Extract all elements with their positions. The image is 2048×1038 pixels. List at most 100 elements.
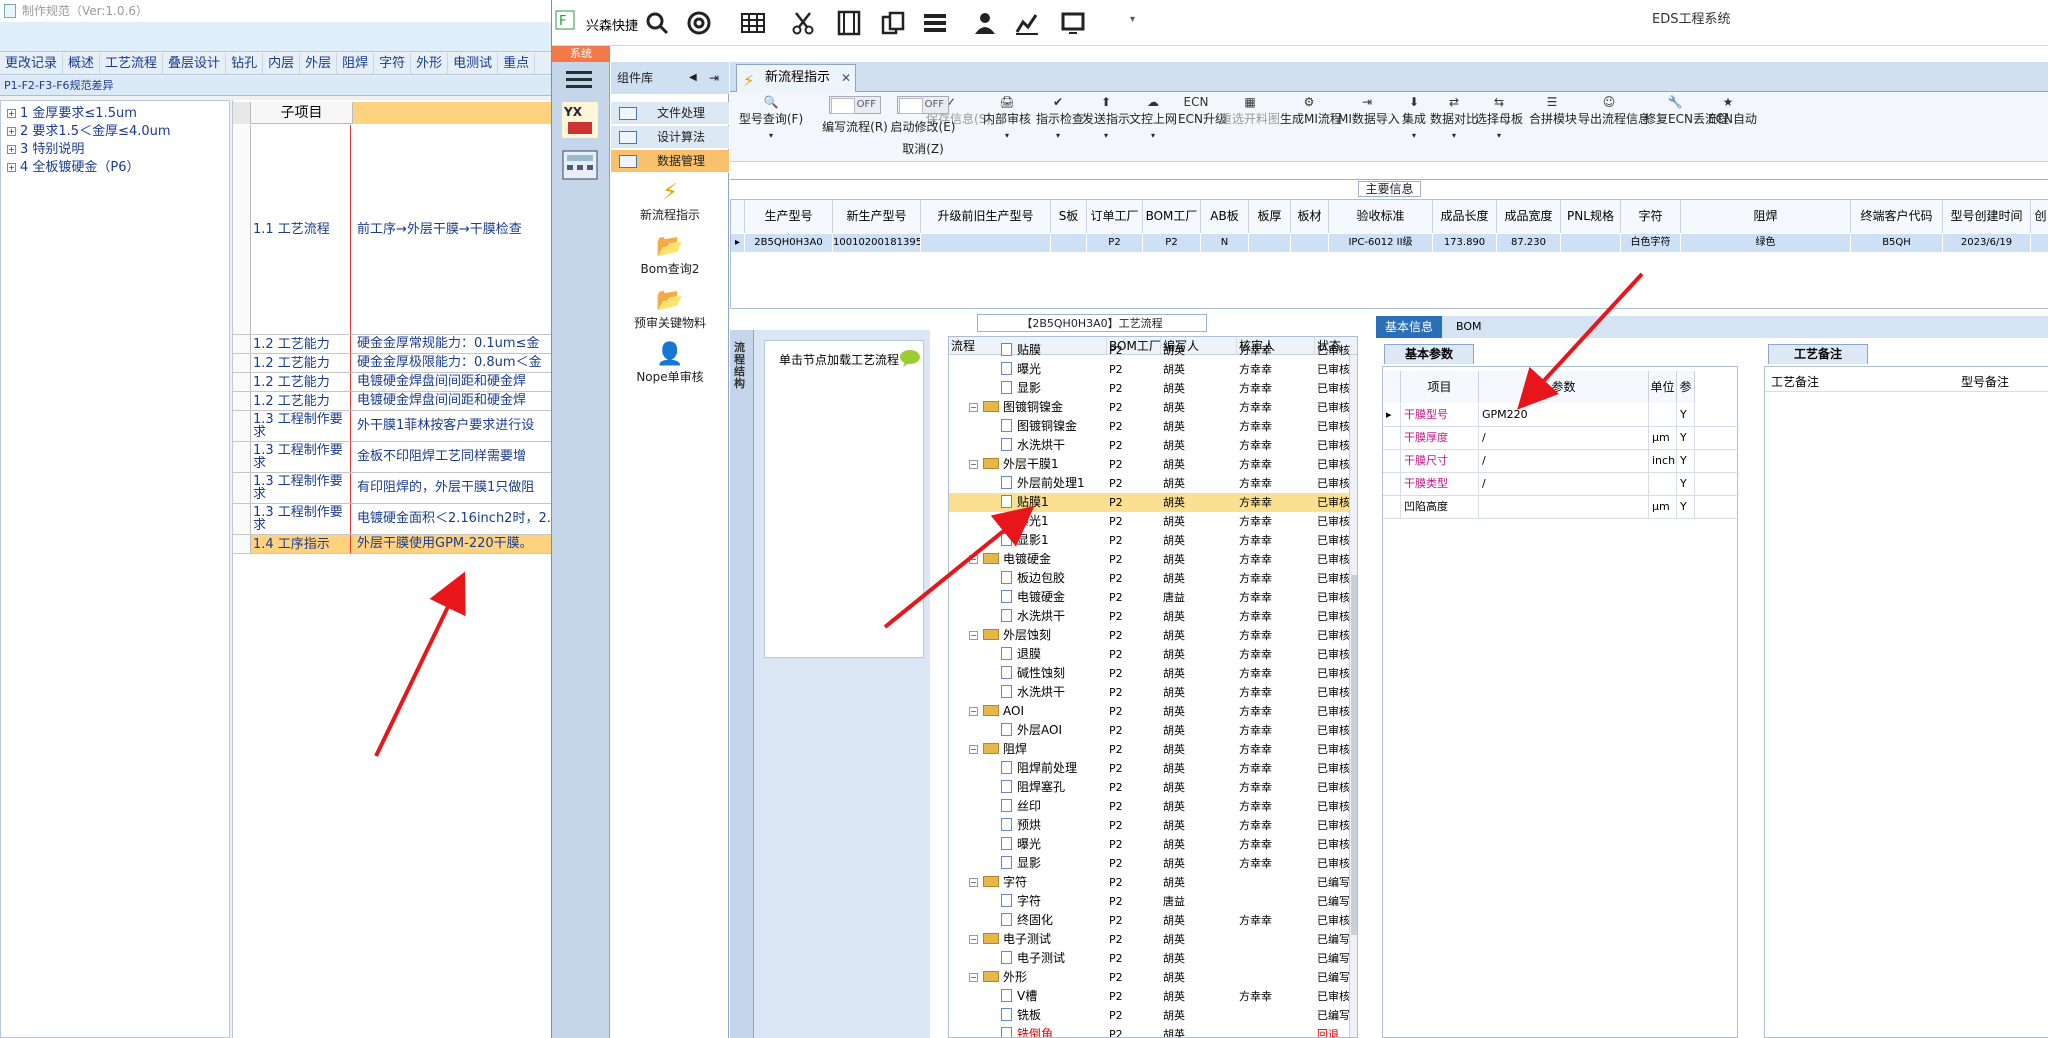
main-col-header[interactable]: BOM工厂 — [1143, 200, 1201, 233]
process-remark-grid[interactable]: 工艺备注 型号备注 — [1764, 366, 2048, 1038]
flow-node[interactable]: 终固化 P2 胡英 方幸幸 已审核 — [949, 911, 1357, 930]
flow-node[interactable]: 曝光1 P2 胡英 方幸幸 已审核 — [949, 512, 1357, 531]
ribbon-button[interactable]: ☰ 合拼模块 — [1529, 96, 1577, 127]
film-icon[interactable] — [836, 10, 862, 36]
flow-node[interactable]: − 字符 P2 胡英 已编写 — [949, 873, 1357, 892]
chart-icon[interactable] — [1014, 10, 1040, 36]
collapse-icon[interactable]: − — [969, 878, 978, 887]
tab-basic-params[interactable]: 基本参数 — [1384, 344, 1474, 364]
expand-icon[interactable]: + — [7, 163, 16, 172]
main-col-header[interactable]: 新生产型号 — [833, 200, 921, 233]
chevron-down-icon[interactable]: ▾ — [1129, 131, 1177, 140]
flow-node[interactable]: − AOI P2 胡英 方幸幸 已审核 — [949, 702, 1357, 721]
row-selector[interactable] — [233, 335, 251, 353]
tab-new-process[interactable]: ⚡ 新流程指示 ✕ — [736, 64, 856, 92]
spec-tab[interactable]: 外形 — [411, 53, 449, 74]
close-tab-icon[interactable]: ✕ — [841, 65, 851, 91]
flow-note-box[interactable]: 单击节点加载工艺流程 — [764, 340, 924, 658]
main-col-header[interactable]: 板材 — [1291, 200, 1329, 233]
basic-params-grid[interactable]: 项目 参数 单位参 ▸ 干膜型号 GPM220 Y 干膜厚度 / μm Y 干膜尺寸 / inch Y 干膜类… — [1382, 366, 1739, 1038]
param-cell-val[interactable]: / — [1479, 427, 1649, 449]
spec-tab[interactable]: 外层 — [300, 53, 338, 74]
row-selector[interactable] — [233, 392, 251, 410]
flow-node[interactable]: 铣板 P2 胡英 已编写 — [949, 1006, 1357, 1025]
collapse-icon[interactable]: − — [969, 460, 978, 469]
flow-node[interactable]: − 阻焊 P2 胡英 方幸幸 已审核 — [949, 740, 1357, 759]
main-col-header[interactable]: 终端客户代码 — [1851, 200, 1943, 233]
row-selector[interactable] — [233, 442, 251, 472]
main-cell[interactable]: 2023/6/19 — [1943, 234, 2031, 252]
param-col-header[interactable]: 参数 — [1479, 371, 1649, 403]
flow-node[interactable]: 预烘 P2 胡英 方幸幸 已审核 — [949, 816, 1357, 835]
ribbon-button[interactable]: ☺ 导出流程信息 — [1578, 96, 1650, 127]
ribbon-button[interactable]: ⇆ 选择母板 ▾ — [1474, 96, 1524, 140]
spec-tree-node[interactable]: +4 全板镀硬金（P6） — [7, 159, 140, 177]
chevron-down-icon[interactable]: ▾ — [982, 131, 1032, 140]
main-cell[interactable]: P2 — [1087, 234, 1143, 252]
tree-scrollbar[interactable] — [1349, 355, 1357, 1037]
collapse-icon[interactable]: − — [969, 935, 978, 944]
param-cell-val[interactable]: GPM220 — [1479, 404, 1649, 426]
flow-node[interactable]: 外层AOI P2 胡英 方幸幸 已审核 — [949, 721, 1357, 740]
flow-node[interactable]: 显影 P2 胡英 方幸幸 已审核 — [949, 379, 1357, 398]
yx-module-icon[interactable]: YX — [562, 102, 598, 138]
main-cell[interactable] — [921, 234, 1051, 252]
spec-row[interactable]: 1.3 工程制作要求电镀硬金面积＜2.16inch2时，2.5-3.5 inch… — [233, 504, 556, 535]
main-cell[interactable] — [1051, 234, 1087, 252]
spec-tab[interactable]: 概述 — [63, 53, 101, 74]
row-selector[interactable] — [1383, 427, 1401, 449]
main-cell[interactable]: P2 — [1143, 234, 1201, 252]
main-col-header[interactable]: AB板 — [1201, 200, 1249, 233]
spec-tab[interactable]: 电测试 — [448, 53, 499, 74]
flow-node[interactable]: 图镀铜镍金 P2 胡英 方幸幸 已审核 — [949, 417, 1357, 436]
spec-tab[interactable]: 钻孔 — [226, 53, 264, 74]
main-cell[interactable]: 173.890 — [1433, 234, 1497, 252]
ribbon-button[interactable]: ⚙ 生成MI流程 — [1280, 96, 1342, 127]
main-cell[interactable]: N — [1201, 234, 1249, 252]
main-col-header[interactable]: 成品长度 — [1433, 200, 1497, 233]
flow-node[interactable]: − 外层蚀刻 P2 胡英 方幸幸 已审核 — [949, 626, 1357, 645]
flow-node[interactable]: 碱性蚀刻 P2 胡英 方幸幸 已审核 — [949, 664, 1357, 683]
spec-row[interactable]: 1.4 工序指示 外层干膜使用GPM-220干膜。 — [233, 535, 556, 554]
main-col-header[interactable]: 阻焊 — [1681, 200, 1851, 233]
ribbon-button[interactable]: 🔍 型号查询(F) ▾ — [738, 96, 804, 140]
cancel-button[interactable]: 取消(Z) — [886, 143, 960, 158]
row-selector[interactable]: ▸ — [1383, 404, 1401, 426]
tab-bom[interactable]: BOM — [1456, 316, 1482, 338]
off-toggle[interactable]: OFF — [897, 96, 949, 114]
scroll-thumb[interactable] — [1351, 575, 1357, 935]
monitor-icon[interactable] — [1060, 10, 1086, 36]
main-col-header[interactable]: 生产型号 — [745, 200, 833, 233]
main-cell[interactable]: IPC-6012 II级 — [1329, 234, 1433, 252]
spec-tree-node[interactable]: +3 特别说明 — [7, 141, 84, 159]
row-selector[interactable] — [233, 504, 251, 534]
main-col-header[interactable]: 型号创建时间 — [1943, 200, 2031, 233]
param-row[interactable]: 干膜厚度 / μm Y — [1383, 427, 1739, 450]
flow-node[interactable]: 曝光 P2 胡英 方幸幸 已审核 — [949, 360, 1357, 379]
collapse-icon[interactable]: − — [969, 555, 978, 564]
param-cell-val[interactable]: / — [1479, 473, 1649, 495]
chevron-down-icon[interactable]: ▾ — [1430, 131, 1478, 140]
spec-tree[interactable]: +1 金厚要求≤1.5um +2 要求1.5＜金厚≤4.0um +3 特别说明 +4 … — [0, 100, 230, 1038]
main-col-header[interactable]: S板 — [1051, 200, 1087, 233]
chevron-down-icon[interactable]: ▾ — [1036, 131, 1080, 140]
row-selector[interactable] — [233, 535, 251, 553]
flow-node[interactable]: 电镀硬金 P2 唐益 方幸幸 已审核 — [949, 588, 1357, 607]
main-cell[interactable]: 绿色 — [1681, 234, 1851, 252]
main-cell[interactable]: 2B5QH0H3A0 — [745, 234, 833, 252]
flow-node[interactable]: 阻焊前处理 P2 胡英 方幸幸 已审核 — [949, 759, 1357, 778]
chevron-down-icon[interactable]: ▾ — [738, 131, 804, 140]
flow-node[interactable]: 丝印 P2 胡英 方幸幸 已审核 — [949, 797, 1357, 816]
flow-node[interactable]: 外层前处理1 P2 胡英 方幸幸 已审核 — [949, 474, 1357, 493]
flow-node[interactable]: 阻焊塞孔 P2 胡英 方幸幸 已审核 — [949, 778, 1357, 797]
main-col-header[interactable]: 订单工厂 — [1087, 200, 1143, 233]
customize-icon[interactable]: ▾ — [1130, 14, 1135, 25]
search-icon[interactable] — [644, 10, 670, 36]
row-selector[interactable] — [233, 125, 251, 334]
chevron-down-icon[interactable]: ▾ — [1400, 131, 1428, 140]
main-cell[interactable] — [2031, 234, 2048, 252]
ribbon-button[interactable]: 🔧 修复ECN丢流程 — [1644, 96, 1729, 127]
flow-node[interactable]: 退膜 P2 胡英 方幸幸 已审核 — [949, 645, 1357, 664]
param-col-header[interactable]: 项目 — [1401, 371, 1479, 403]
flow-node[interactable]: 曝光 P2 胡英 方幸幸 已审核 — [949, 835, 1357, 854]
